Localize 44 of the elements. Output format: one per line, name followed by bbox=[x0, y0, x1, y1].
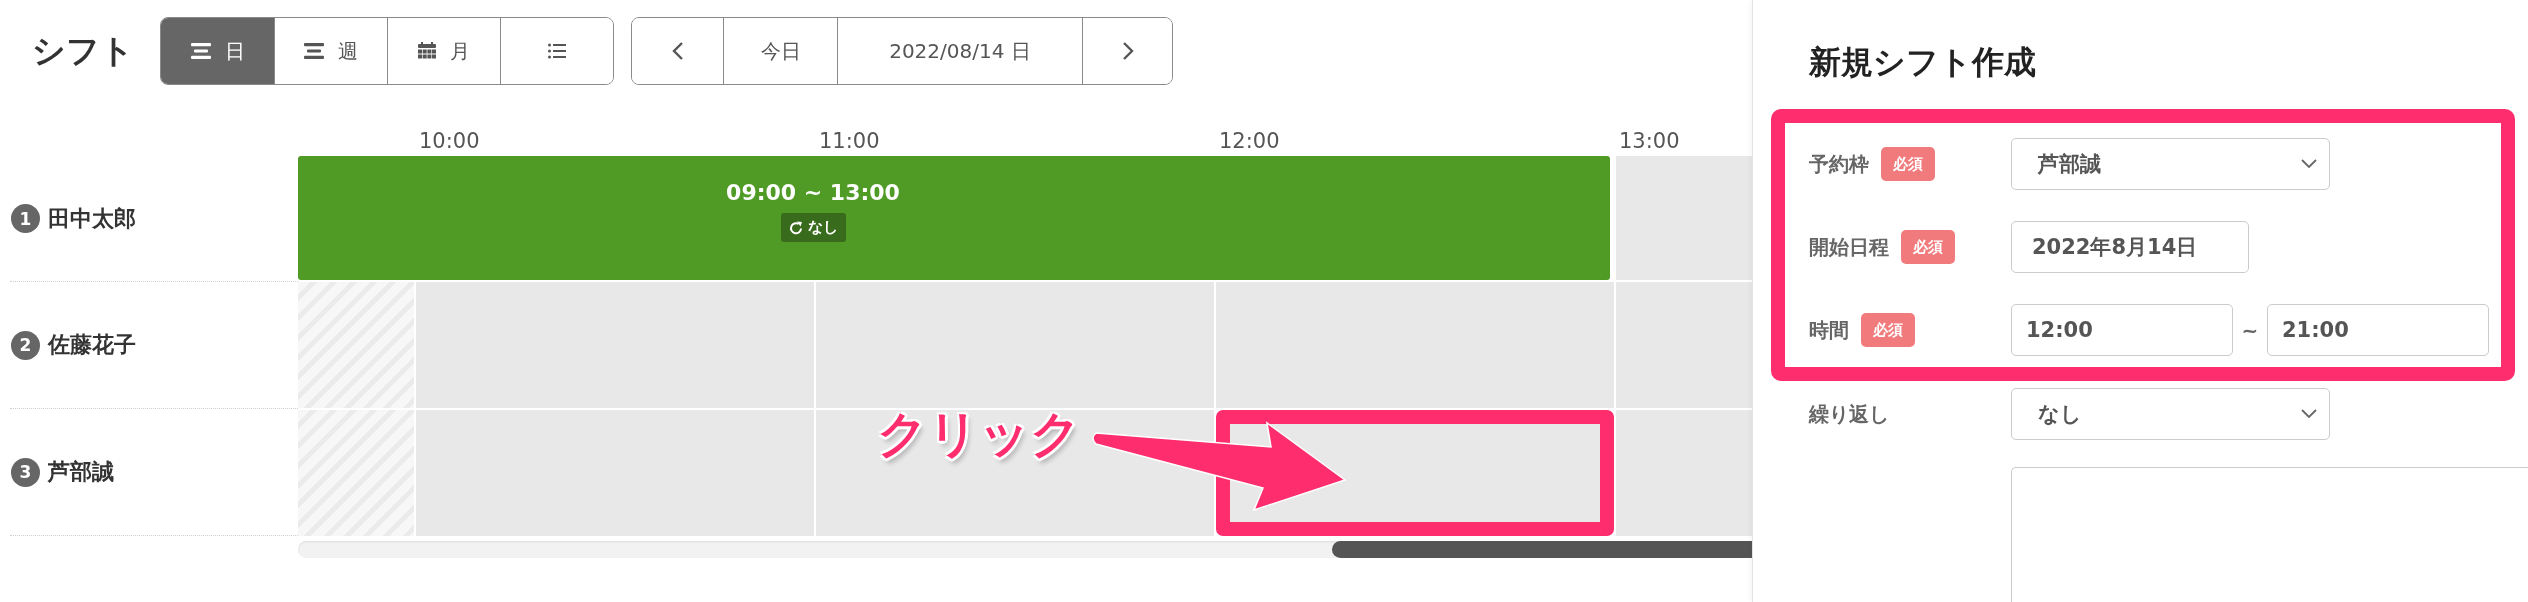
text-field[interactable]: 2022年8月14日 bbox=[2011, 221, 2249, 273]
hour-label: 11:00 bbox=[818, 128, 880, 153]
textarea-field[interactable] bbox=[2011, 467, 2528, 602]
next-button[interactable] bbox=[1082, 18, 1172, 84]
time-field[interactable]: 12:00 bbox=[2011, 304, 2233, 356]
row-number: 2 bbox=[11, 330, 40, 360]
required-badge: 必須 bbox=[1881, 147, 1935, 181]
callout-text: クリック bbox=[877, 404, 1081, 464]
time-field[interactable]: 21:00 bbox=[2267, 304, 2489, 356]
chevron-down-icon bbox=[2301, 409, 2317, 419]
bars-icon bbox=[304, 43, 324, 59]
field-label: 開始日程 bbox=[1809, 233, 1889, 261]
row-number: 1 bbox=[11, 204, 40, 233]
chevron-right-icon bbox=[1121, 41, 1134, 61]
hour-label: 10:00 bbox=[418, 128, 480, 153]
bars-icon bbox=[190, 43, 211, 59]
scrollbar-thumb[interactable] bbox=[1332, 541, 1752, 558]
select-field[interactable]: 芦部誠 bbox=[2011, 138, 2330, 190]
row-number: 3 bbox=[11, 457, 40, 487]
field-label: 予約枠 bbox=[1809, 150, 1869, 178]
page-title: シフト bbox=[32, 29, 135, 72]
time-slot[interactable] bbox=[816, 410, 1214, 536]
field-label: 繰り返し bbox=[1809, 400, 1889, 428]
refresh-icon bbox=[788, 220, 803, 235]
required-badge: 必須 bbox=[1901, 230, 1955, 264]
view-tab[interactable]: 日 bbox=[161, 18, 274, 84]
field-label: 時間 bbox=[1809, 316, 1849, 344]
staff-name: 田中太郎 bbox=[48, 204, 136, 233]
staff-name: 佐藤花子 bbox=[48, 331, 136, 359]
calendar-icon bbox=[418, 42, 436, 60]
hour-label: 13:00 bbox=[1618, 128, 1680, 153]
panel-title: 新規シフト作成 bbox=[1809, 42, 2037, 83]
repeat-text: なし bbox=[807, 218, 838, 237]
list-icon bbox=[548, 43, 566, 59]
chevron-left-icon bbox=[671, 41, 684, 61]
shift-time: 09:00 ~ 13:00 bbox=[726, 180, 900, 205]
hour-label: 12:00 bbox=[1218, 128, 1280, 153]
chevron-down-icon bbox=[2301, 159, 2317, 169]
required-badge: 必須 bbox=[1861, 313, 1915, 347]
shift-bar[interactable]: 09:00 ~ 13:00 なし bbox=[298, 156, 1610, 280]
staff-name: 芦部誠 bbox=[48, 458, 114, 486]
select-field[interactable]: なし bbox=[2011, 388, 2330, 440]
range-separator: ~ bbox=[2241, 318, 2259, 342]
view-tab[interactable] bbox=[500, 18, 613, 84]
